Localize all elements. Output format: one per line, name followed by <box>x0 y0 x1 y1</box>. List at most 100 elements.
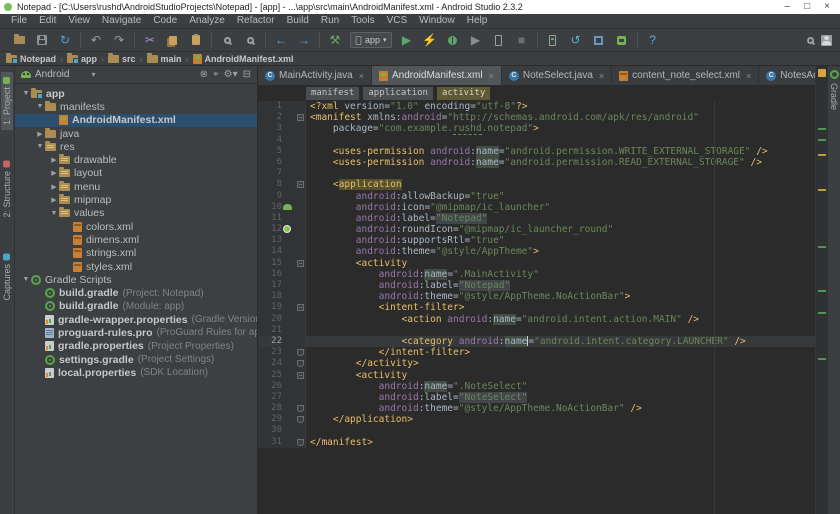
maximize-button[interactable]: □ <box>804 1 810 13</box>
code-line-27[interactable]: 27 android:label="NoteSelect" <box>258 392 815 403</box>
cut-icon[interactable]: ✂ <box>142 32 158 48</box>
code-line-3[interactable]: 3 package="com.example.rushd.notepad"> <box>258 123 815 134</box>
tree-item-gradle-scripts[interactable]: ▼Gradle Scripts <box>15 273 257 286</box>
code-line-18[interactable]: 18 android:theme="@style/AppTheme.NoActi… <box>258 291 815 302</box>
sync-icon[interactable]: ↻ <box>57 32 73 48</box>
code-line-25[interactable]: 25− <activity <box>258 370 815 381</box>
code-line-26[interactable]: 26 android:name=".NoteSelect" <box>258 381 815 392</box>
menu-edit[interactable]: Edit <box>34 14 61 28</box>
tree-item-dimens-xml[interactable]: dimens.xml <box>15 233 257 246</box>
code-line-31[interactable]: 31</manifest> <box>258 437 815 448</box>
chevron-down-icon[interactable]: ▾ <box>91 70 95 79</box>
project-view-selector[interactable]: Android <box>35 69 69 80</box>
code-line-1[interactable]: 1<?xml version="1.0" encoding="utf-8"?> <box>258 101 815 112</box>
tree-item-java[interactable]: ▶java <box>15 127 257 140</box>
editor-tab-androidmanifest-xml[interactable]: AndroidManifest.xml× <box>372 66 502 85</box>
editor-tab-content-note-select-xml[interactable]: content_note_select.xml× <box>612 66 759 85</box>
tree-expand-arrow[interactable]: ▼ <box>49 210 59 217</box>
gradle-icon[interactable] <box>830 70 839 79</box>
tree-item-menu[interactable]: ▶menu <box>15 180 257 193</box>
menu-run[interactable]: Run <box>316 14 344 28</box>
breadcrumb-app[interactable]: app <box>67 54 97 64</box>
attach-debugger-icon[interactable] <box>491 32 507 48</box>
gutter-round-icon[interactable] <box>282 224 295 235</box>
editor-tab-mainactivity-java[interactable]: MainActivity.java× <box>258 66 372 85</box>
open-icon[interactable] <box>11 32 27 48</box>
code-line-21[interactable]: 21 <box>258 325 815 336</box>
tree-item-mipmap[interactable]: ▶mipmap <box>15 193 257 206</box>
code-line-23[interactable]: 23 </intent-filter> <box>258 347 815 358</box>
tree-expand-arrow[interactable]: ▶ <box>49 169 59 177</box>
fold-marker[interactable]: − <box>295 112 306 123</box>
save-all-icon[interactable] <box>34 32 50 48</box>
fold-marker[interactable]: − <box>295 302 306 313</box>
tree-expand-arrow[interactable]: ▶ <box>49 196 59 204</box>
breadcrumb-chip-application[interactable]: application <box>363 87 433 100</box>
tree-expand-arrow[interactable]: ▼ <box>21 276 31 283</box>
tree-item-res[interactable]: ▼res <box>15 140 257 153</box>
tree-item-gradle-wrapper-properties[interactable]: gradle-wrapper.properties(Gradle Version… <box>15 313 257 326</box>
breadcrumb-src[interactable]: src <box>108 54 136 64</box>
inspection-status-indicator[interactable] <box>818 69 826 77</box>
code-line-9[interactable]: 9 android:allowBackup="true" <box>258 191 815 202</box>
code-line-12[interactable]: 12 android:roundIcon="@mipmap/ic_launche… <box>258 224 815 235</box>
stripe-mark[interactable] <box>818 246 826 248</box>
menu-refactor[interactable]: Refactor <box>232 14 280 28</box>
debug-icon[interactable] <box>445 32 461 48</box>
close-tab-icon[interactable]: × <box>746 71 751 81</box>
code-line-13[interactable]: 13 android:supportsRtl="true" <box>258 235 815 246</box>
run-config-selector[interactable]: app▾ <box>350 32 392 48</box>
close-button[interactable]: × <box>824 1 830 13</box>
close-tab-icon[interactable]: × <box>599 71 604 81</box>
build-hammer-icon[interactable]: ⚒ <box>327 32 343 48</box>
tree-item-drawable[interactable]: ▶drawable <box>15 153 257 166</box>
breadcrumb-notepad[interactable]: Notepad <box>6 54 56 64</box>
find-usages-icon[interactable] <box>242 32 258 48</box>
fold-marker[interactable] <box>295 403 306 414</box>
tree-expand-arrow[interactable]: ▶ <box>49 156 59 164</box>
fold-marker[interactable] <box>295 347 306 358</box>
search-everywhere-icon[interactable] <box>802 32 818 48</box>
menu-build[interactable]: Build <box>282 14 314 28</box>
tree-item-build-gradle[interactable]: build.gradle(Module: app) <box>15 300 257 313</box>
help-icon[interactable]: ? <box>645 32 661 48</box>
minimize-button[interactable]: – <box>785 1 791 13</box>
code-line-24[interactable]: 24 </activity> <box>258 358 815 369</box>
breadcrumb-chip-manifest[interactable]: manifest <box>306 87 359 100</box>
stripe-mark[interactable] <box>818 189 826 191</box>
close-tab-icon[interactable]: × <box>359 71 364 81</box>
copy-icon[interactable] <box>165 32 181 48</box>
tree-item-styles-xml[interactable]: styles.xml <box>15 260 257 273</box>
run-coverage-icon[interactable]: ▶ <box>468 32 484 48</box>
gradle-sync-icon[interactable]: ↺ <box>568 32 584 48</box>
hide-panel-icon[interactable]: ⊟ <box>243 69 251 81</box>
code-line-14[interactable]: 14 android:theme="@style/AppTheme"> <box>258 246 815 257</box>
stripe-mark[interactable] <box>818 358 826 360</box>
code-line-6[interactable]: 6 <uses-permission android:name="android… <box>258 157 815 168</box>
tree-expand-arrow[interactable]: ▶ <box>49 183 59 191</box>
tree-item-proguard-rules-pro[interactable]: proguard-rules.pro(ProGuard Rules for ap… <box>15 326 257 339</box>
redo-icon[interactable]: ↷ <box>111 32 127 48</box>
code-line-22[interactable]: 22 <category android:name="android.inten… <box>258 336 815 347</box>
tree-item-settings-gradle[interactable]: settings.gradle(Project Settings) <box>15 353 257 366</box>
fold-marker[interactable] <box>295 358 306 369</box>
fold-marker[interactable]: − <box>295 179 306 190</box>
tool-button-captures[interactable]: Captures <box>1 249 13 306</box>
scroll-to-source-icon[interactable]: ⌖ <box>213 69 219 81</box>
code-line-7[interactable]: 7 <box>258 168 815 179</box>
paste-icon[interactable] <box>188 32 204 48</box>
code-line-2[interactable]: 2−<manifest xmlns:android="http://schema… <box>258 112 815 123</box>
code-editor[interactable]: 1<?xml version="1.0" encoding="utf-8"?>2… <box>258 101 815 514</box>
gutter-android-icon[interactable] <box>282 202 295 213</box>
menu-window[interactable]: Window <box>414 14 460 28</box>
fold-marker[interactable]: − <box>295 258 306 269</box>
menu-analyze[interactable]: Analyze <box>184 14 230 28</box>
editor-tab-noteselect-java[interactable]: NoteSelect.java× <box>502 66 612 85</box>
tree-expand-arrow[interactable]: ▼ <box>35 103 45 110</box>
avd-manager-icon[interactable] <box>545 32 561 48</box>
breadcrumb-androidmanifest-xml[interactable]: AndroidManifest.xml <box>193 54 294 64</box>
tree-item-manifests[interactable]: ▼manifests <box>15 100 257 113</box>
instant-run-icon[interactable]: ⚡ <box>422 32 438 48</box>
run-icon[interactable]: ▶ <box>399 32 415 48</box>
fold-marker[interactable] <box>295 437 306 448</box>
